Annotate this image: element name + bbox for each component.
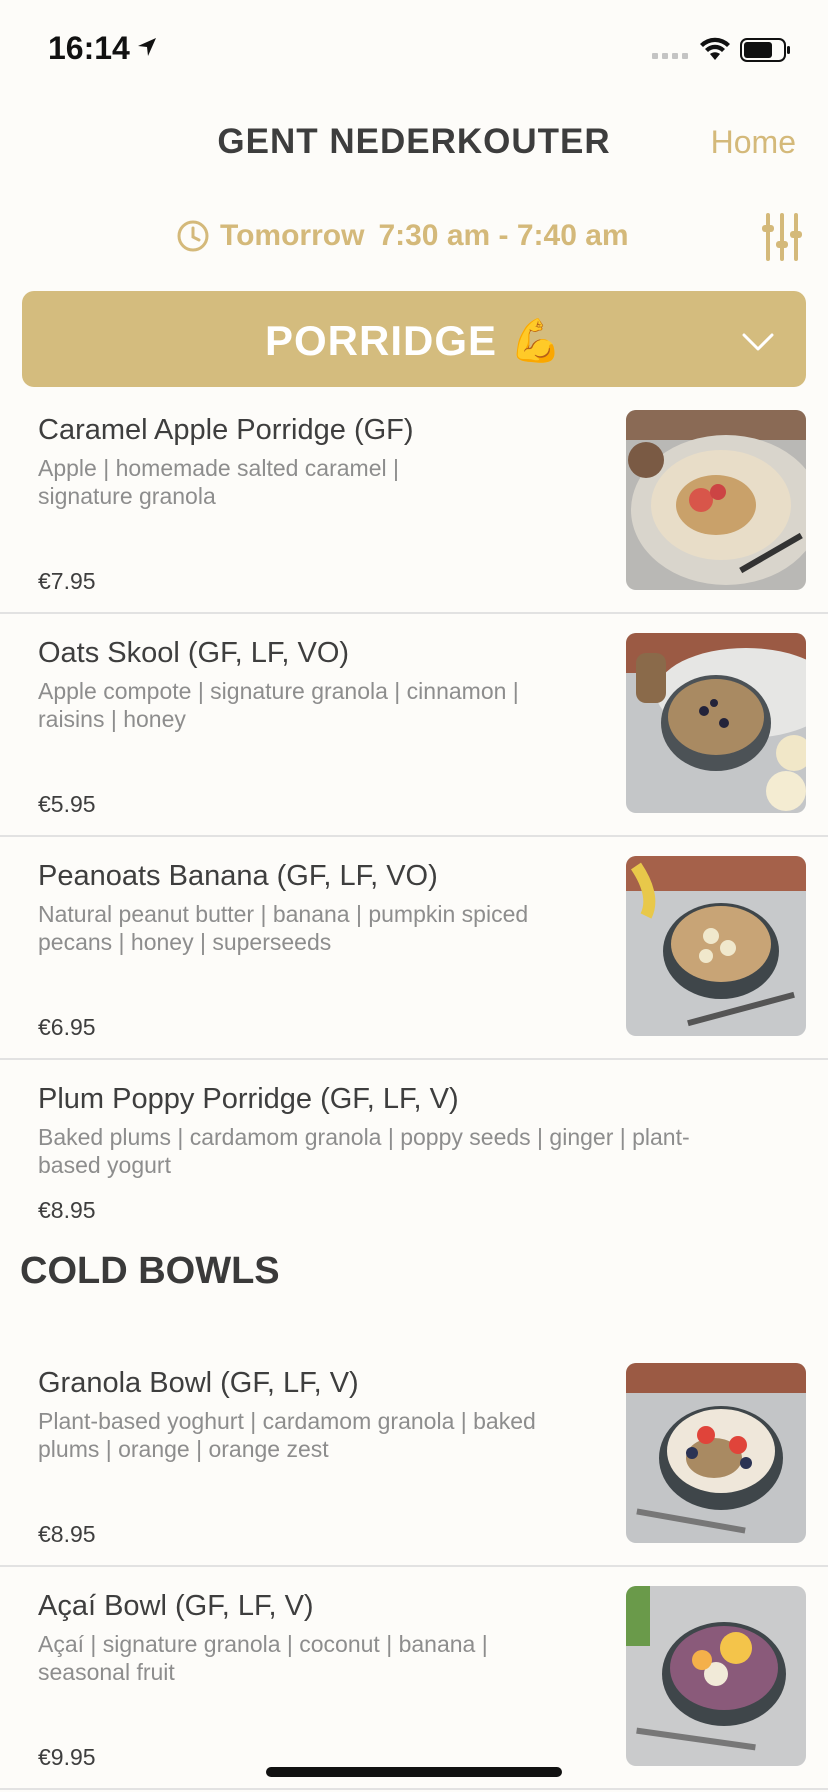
category-label: PORRIDGE 💪	[265, 317, 563, 364]
item-price: €8.95	[38, 1197, 96, 1223]
item-name: Plum Poppy Porridge (GF, LF, V)	[38, 1083, 459, 1115]
item-name: Oats Skool (GF, LF, VO)	[38, 637, 350, 669]
item-name: Caramel Apple Porridge (GF)	[38, 414, 414, 446]
home-indicator[interactable]	[266, 1767, 562, 1777]
item-name: Açaí Bowl (GF, LF, V)	[38, 1590, 314, 1622]
item-description: Apple | homemade salted caramel | signatu…	[38, 455, 399, 509]
item-photo	[626, 1363, 806, 1543]
signal-icon	[652, 53, 688, 59]
divider	[0, 1788, 828, 1790]
status-bar: 16:14	[0, 0, 828, 96]
pickup-day: Tomorrow	[220, 219, 365, 252]
menu-item[interactable]: Oats Skool (GF, LF, VO) Apple compote | …	[0, 633, 828, 833]
item-price: €7.95	[38, 568, 96, 594]
item-description: Baked plums | cardamom granola | poppy s…	[38, 1124, 690, 1178]
item-price: €9.95	[38, 1744, 96, 1770]
menu-item[interactable]: Plum Poppy Porridge (GF, LF, V) Baked pl…	[0, 1079, 828, 1229]
divider	[0, 1058, 828, 1060]
clock-icon	[177, 220, 209, 252]
item-price: €6.95	[38, 1014, 96, 1040]
item-price: €5.95	[38, 791, 96, 817]
divider	[0, 612, 828, 614]
item-description: Natural peanut butter | banana | pumpkin…	[38, 901, 529, 955]
chevron-down-icon	[742, 333, 774, 351]
item-description: Apple compote | signature granola | cinn…	[38, 678, 519, 732]
divider	[0, 1565, 828, 1567]
item-name: Peanoats Banana (GF, LF, VO)	[38, 860, 438, 892]
header: GENT NEDERKOUTER Home	[0, 110, 828, 174]
home-link[interactable]: Home	[711, 124, 796, 161]
item-price: €8.95	[38, 1521, 96, 1547]
menu-item[interactable]: Açaí Bowl (GF, LF, V) Açaí | signature g…	[0, 1586, 828, 1786]
item-name: Granola Bowl (GF, LF, V)	[38, 1367, 359, 1399]
item-photo	[626, 633, 806, 813]
category-dropdown[interactable]: PORRIDGE 💪	[22, 291, 806, 387]
filter-sliders-icon[interactable]	[760, 211, 804, 263]
page-title: GENT NEDERKOUTER	[217, 122, 611, 161]
divider	[0, 835, 828, 837]
wifi-icon	[700, 37, 730, 60]
pickup-time-row[interactable]: Tomorrow 7:30 am - 7:40 am	[0, 213, 828, 265]
status-time: 16:14	[48, 30, 130, 66]
pickup-time[interactable]: Tomorrow 7:30 am - 7:40 am	[176, 219, 629, 253]
item-photo	[626, 856, 806, 1036]
menu-item[interactable]: Peanoats Banana (GF, LF, VO) Natural pea…	[0, 856, 828, 1056]
item-photo	[626, 1586, 806, 1766]
item-description: Açaí | signature granola | coconut | ban…	[38, 1631, 488, 1685]
menu-item[interactable]: Granola Bowl (GF, LF, V) Plant-based yog…	[0, 1363, 828, 1563]
location-arrow-icon	[138, 38, 156, 56]
screen: 16:14 GENT NEDERKOUTER Home Tomorrow 7:3…	[0, 0, 828, 1792]
item-description: Plant-based yoghurt | cardamom granola |…	[38, 1408, 536, 1462]
battery-icon	[740, 38, 790, 62]
item-photo	[626, 410, 806, 590]
menu-item[interactable]: Caramel Apple Porridge (GF) Apple | home…	[0, 410, 828, 610]
pickup-slot: 7:30 am - 7:40 am	[378, 219, 629, 252]
section-title: COLD BOWLS	[20, 1250, 280, 1292]
